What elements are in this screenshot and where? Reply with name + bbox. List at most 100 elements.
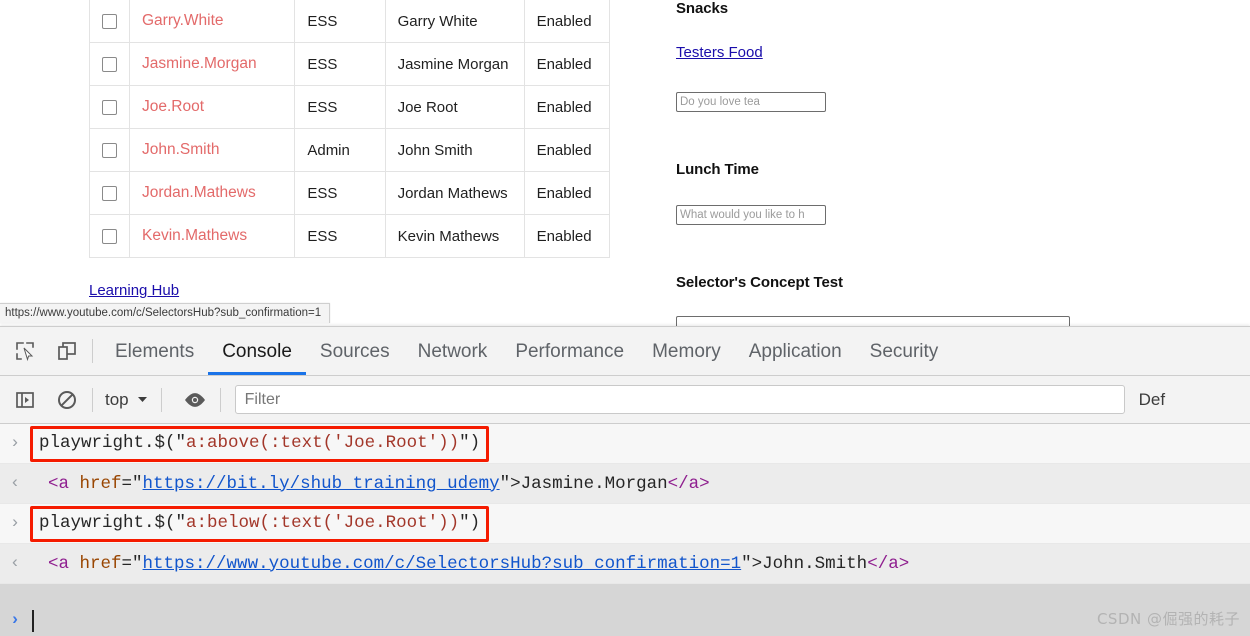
console-token: ) (469, 512, 481, 533)
console-token: a:below(:text('Joe.Root')) (186, 512, 460, 533)
username-link[interactable]: Jasmine.Morgan (142, 55, 257, 72)
username-link[interactable]: John.Smith (142, 141, 220, 158)
username-link[interactable]: Garry.White (142, 12, 224, 29)
status-cell: Enabled (523, 128, 611, 172)
console-tokens: <a href="https://bit.ly/shub_training_ud… (48, 474, 710, 494)
user-role-cell: Admin (294, 128, 386, 172)
prompt-arrow-icon: › (9, 514, 21, 533)
result-arrow-icon: ‹ (9, 554, 21, 573)
row-select-cell (89, 42, 130, 86)
device-toolbar-icon[interactable] (50, 334, 84, 368)
console-token: =" (121, 473, 143, 494)
table-row: John.Smith Admin John Smith Enabled (89, 128, 611, 172)
lunch-time-heading: Lunch Time (676, 161, 759, 178)
status-cell: Enabled (523, 85, 611, 129)
console-filter-input[interactable] (234, 385, 1125, 414)
username-cell: Garry.White (128, 0, 296, 43)
console-message-list: › playwright.$("a:above(:text('Joe.Root')… (0, 424, 1250, 636)
lunch-input[interactable] (676, 205, 826, 225)
console-input-row: › playwright.$("a:above(:text('Joe.Root')… (0, 424, 1250, 464)
prompt-arrow-icon: › (9, 434, 21, 453)
row-select-cell (89, 85, 130, 129)
log-levels-dropdown[interactable]: Def (1139, 390, 1165, 410)
employee-name-cell: Jordan Mathews (384, 171, 525, 215)
username-link[interactable]: Joe.Root (142, 98, 204, 115)
tab-network[interactable]: Network (404, 328, 502, 375)
console-output-row: ‹ <a href="https://www.youtube.com/c/Sele… (0, 544, 1250, 584)
user-role-cell: ESS (294, 0, 386, 43)
toolbar-divider (92, 339, 93, 363)
console-token: ) (469, 432, 481, 453)
status-cell: Enabled (523, 171, 611, 215)
tab-sources[interactable]: Sources (306, 328, 404, 375)
username-cell: Jasmine.Morgan (128, 42, 296, 86)
row-checkbox[interactable] (102, 143, 117, 159)
row-checkbox[interactable] (102, 57, 117, 73)
console-token: </a> (867, 553, 910, 574)
console-row-content: playwright.$("a:below(:text('Joe.Root'))… (30, 505, 1250, 542)
table-row: Kevin.Mathews ESS Kevin Mathews Enabled (89, 214, 611, 258)
js-context-selector[interactable]: top (101, 390, 153, 410)
testers-food-link[interactable]: Testers Food (676, 44, 763, 61)
prompt-arrow-icon: › (9, 611, 21, 630)
username-link[interactable]: Kevin.Mathews (142, 227, 247, 244)
row-select-cell (89, 171, 130, 215)
chevron-down-icon (137, 397, 147, 402)
tab-elements[interactable]: Elements (101, 328, 208, 375)
console-toolbar-divider-2 (160, 387, 162, 412)
console-row-content: <a href="https://bit.ly/shub_training_ud… (30, 474, 1250, 494)
tab-memory[interactable]: Memory (638, 328, 735, 375)
page-right-column: Snacks Testers Food Lunch Time Selector'… (640, 0, 1250, 326)
console-sidebar-icon[interactable] (8, 383, 42, 417)
console-token: " (459, 432, 470, 453)
console-prompt-row[interactable]: › (0, 584, 1250, 636)
user-table: Garry.White ESS Garry White Enabled Jasmine.… (89, 0, 611, 258)
console-toolbar: top Def (0, 376, 1250, 424)
clear-console-icon[interactable] (50, 383, 84, 417)
row-checkbox[interactable] (102, 186, 117, 202)
employee-name-cell: John Smith (384, 128, 525, 172)
row-checkbox[interactable] (102, 229, 117, 245)
console-prompt-input[interactable] (30, 609, 1250, 632)
live-expression-eye-icon[interactable] (178, 383, 212, 417)
employee-name-cell: Jasmine Morgan (384, 42, 525, 86)
row-checkbox[interactable] (102, 100, 117, 116)
console-row-content: playwright.$("a:above(:text('Joe.Root'))… (30, 425, 1250, 462)
console-token: playwright.$( (39, 432, 176, 453)
selector-concept-input[interactable] (676, 316, 1070, 326)
table-row: Jasmine.Morgan ESS Jasmine Morgan Enabled (89, 42, 611, 86)
learning-hub-link[interactable]: Learning Hub (89, 282, 179, 299)
console-token: "> (499, 473, 521, 494)
console-link[interactable]: https://www.youtube.com/c/SelectorsHub?s… (143, 554, 742, 574)
learning-hub-link-wrap: Learning Hub (89, 282, 179, 300)
result-arrow-icon: ‹ (9, 474, 21, 493)
username-cell: John.Smith (128, 128, 296, 172)
user-role-cell: ESS (294, 214, 386, 258)
row-select-cell (89, 0, 130, 43)
employee-name-cell: Garry White (384, 0, 525, 43)
console-link[interactable]: https://bit.ly/shub_training_udemy (143, 474, 500, 494)
console-output-row: ‹ <a href="https://bit.ly/shub_training_u… (0, 464, 1250, 504)
browser-status-tooltip: https://www.youtube.com/c/SelectorsHub?s… (0, 303, 331, 323)
console-toolbar-divider-1 (92, 387, 93, 412)
status-cell: Enabled (523, 42, 611, 86)
console-token: playwright.$( (39, 512, 176, 533)
user-role-cell: ESS (294, 171, 386, 215)
tea-input[interactable] (676, 92, 826, 112)
username-cell: Kevin.Mathews (128, 214, 296, 258)
console-token: href (79, 553, 122, 574)
annotation-highlight-box: playwright.$("a:below(:text('Joe.Root'))… (30, 505, 490, 542)
table-row: Garry.White ESS Garry White Enabled (89, 0, 611, 43)
web-page-viewport: Garry.White ESS Garry White Enabled Jasmine.… (0, 0, 1250, 326)
console-token: "> (741, 553, 763, 574)
console-token: " (175, 432, 187, 453)
username-link[interactable]: Jordan.Mathews (142, 184, 256, 201)
row-checkbox[interactable] (102, 14, 117, 30)
screenshot-root: Garry.White ESS Garry White Enabled Jasmine.… (0, 0, 1250, 636)
tab-console[interactable]: Console (208, 328, 306, 375)
inspect-element-icon[interactable] (8, 334, 42, 368)
tab-performance[interactable]: Performance (501, 328, 638, 375)
tab-application[interactable]: Application (735, 328, 856, 375)
devtools-panel: Elements Console Sources Network Performance… (0, 326, 1250, 636)
tab-security[interactable]: Security (856, 328, 953, 375)
